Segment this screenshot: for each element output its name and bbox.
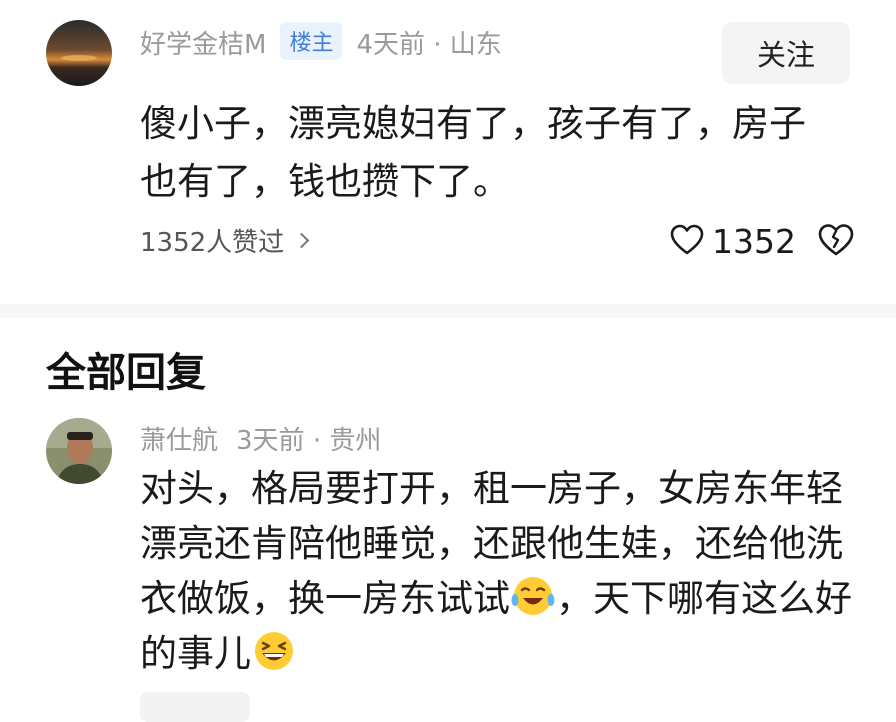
post-content: 傻小子，漂亮媳妇有了，孩子有了，房子也有了，钱也攒下了。 xyxy=(140,102,806,203)
post-meta-row: 好学金桔M 楼主 4天前 · 山东 xyxy=(140,22,502,61)
likes-summary-link[interactable]: 1352人赞过 xyxy=(140,222,310,259)
post-time-location: 4天前 · 山东 xyxy=(356,30,502,60)
like-heart-icon[interactable] xyxy=(670,224,704,260)
reply-time-location: 3天前 · 贵州 xyxy=(236,426,382,456)
reply-meta-row: 萧仕航 3天前 · 贵州 xyxy=(140,420,381,457)
laughing-crying-emoji xyxy=(510,573,556,619)
next-item-placeholder xyxy=(140,692,250,722)
author-avatar[interactable] xyxy=(46,20,112,86)
reply-author-avatar[interactable] xyxy=(46,418,112,484)
grinning-squint-emoji xyxy=(251,628,297,674)
all-replies-heading: 全部回复 xyxy=(46,350,206,396)
likes-summary-text: 1352人赞过 xyxy=(140,228,285,258)
author-name[interactable]: 好学金桔M xyxy=(140,30,266,60)
like-count: 1352 xyxy=(712,222,796,261)
post-action-bar: 1352 xyxy=(670,222,854,261)
section-divider xyxy=(0,304,896,318)
op-badge: 楼主 xyxy=(280,22,343,60)
chevron-right-icon xyxy=(293,232,310,249)
follow-button[interactable]: 关注 xyxy=(722,22,850,84)
reply-author-name[interactable]: 萧仕航 xyxy=(140,426,218,456)
dislike-broken-heart-icon[interactable] xyxy=(818,223,854,261)
reply-content: 对头，格局要打开，租一房子，女房东年轻漂亮还肯陪他睡觉，还跟他生娃，还给他洗衣做… xyxy=(140,461,860,681)
